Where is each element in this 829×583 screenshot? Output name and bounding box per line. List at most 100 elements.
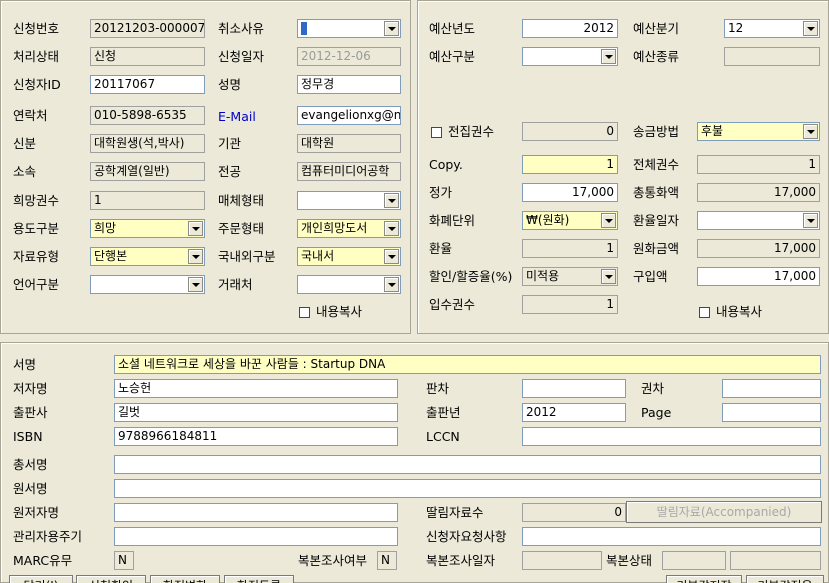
usage-select[interactable]: 희망	[90, 219, 205, 238]
copy-count-field[interactable]: 1	[522, 155, 618, 174]
budget-division-label: 예산구분	[429, 49, 476, 64]
total-copies-label: 전체권수	[633, 157, 680, 172]
remit-method-select[interactable]: 후불	[697, 122, 820, 141]
currency-select[interactable]: ₩(원화)	[522, 211, 618, 230]
chevron-down-icon[interactable]	[601, 269, 616, 284]
order-type-value: 개인희망도서	[301, 221, 368, 235]
save-default-button[interactable]: 기본값저장	[666, 575, 742, 583]
cancel-reason-label: 취소사유	[218, 21, 265, 36]
pub-year-field[interactable]: 2012	[522, 403, 626, 422]
copy-content-checkbox[interactable]	[299, 307, 310, 318]
admin-note-field[interactable]	[114, 527, 398, 546]
chevron-down-icon[interactable]	[803, 213, 818, 228]
chevron-down-icon[interactable]	[188, 277, 203, 292]
purchase-amount-field[interactable]: 17,000	[697, 267, 820, 286]
isbn-field[interactable]: 9788966184811	[114, 427, 398, 446]
title-field[interactable]: 소셜 네트워크로 세상을 바꾼 사람들 : Startup DNA	[114, 355, 821, 374]
original-title-field[interactable]	[114, 479, 821, 498]
full-set-checkbox[interactable]	[431, 127, 442, 138]
language-select[interactable]	[90, 275, 205, 294]
chevron-down-icon[interactable]	[384, 193, 399, 208]
wish-copies-label: 희망권수	[13, 193, 60, 208]
total-copies-field[interactable]: 1	[697, 155, 820, 174]
list-price-field[interactable]: 17,000	[522, 183, 618, 202]
contact-field[interactable]: 010-5898-6535	[90, 106, 205, 125]
budget-quarter-select[interactable]: 12	[724, 19, 820, 38]
dup-status-field-2[interactable]	[730, 551, 821, 570]
edition-field[interactable]	[522, 379, 626, 398]
chevron-down-icon[interactable]	[803, 124, 818, 139]
copy-content-checkbox[interactable]	[699, 307, 710, 318]
chevron-down-icon[interactable]	[188, 221, 203, 236]
page-label: Page	[641, 405, 672, 420]
app-no-field[interactable]: 20121203-000007	[90, 19, 205, 38]
name-field[interactable]: 정무경	[297, 75, 401, 94]
remit-method-label: 송금방법	[633, 124, 680, 139]
close-button[interactable]: 닫기(I)	[9, 575, 73, 583]
major-field[interactable]: 컴퓨터미디어공학	[297, 162, 401, 181]
total-foreign-field[interactable]: 17,000	[697, 183, 820, 202]
chevron-down-icon[interactable]	[188, 249, 203, 264]
marc-field[interactable]: N	[114, 551, 134, 570]
identity-field[interactable]: 대학원생(석,박사)	[90, 134, 205, 153]
volume-field[interactable]	[722, 379, 821, 398]
apply-date-field[interactable]: 2012-12-06	[297, 47, 401, 66]
material-type-select[interactable]: 단행본	[90, 247, 205, 266]
admin-note-label: 관리자용주기	[13, 529, 83, 544]
track-register-button[interactable]: 항적등록	[224, 575, 294, 583]
order-type-select[interactable]: 개인희망도서	[297, 219, 401, 238]
affiliation-label: 소속	[13, 164, 37, 179]
accompanied-count-field[interactable]: 0	[522, 503, 626, 522]
chevron-down-icon[interactable]	[384, 277, 399, 292]
dup-check-label: 복본조사여부	[298, 553, 368, 568]
media-type-select[interactable]	[297, 191, 401, 210]
wish-copies-field[interactable]: 1	[90, 191, 205, 210]
rate-date-label: 환율일자	[633, 213, 680, 228]
org-field[interactable]: 대학원	[297, 134, 401, 153]
cancel-reason-select[interactable]	[297, 19, 401, 38]
dup-check-field[interactable]: N	[377, 551, 397, 570]
chevron-down-icon[interactable]	[384, 21, 399, 36]
krw-amount-field[interactable]: 17,000	[697, 239, 820, 258]
chevron-down-icon[interactable]	[384, 249, 399, 264]
lccn-field[interactable]	[522, 427, 821, 446]
domestic-select[interactable]: 국내서	[297, 247, 401, 266]
publisher-field[interactable]: 길벗	[114, 403, 398, 422]
full-set-field[interactable]: 0	[522, 122, 618, 141]
application-info-panel: 신청번호 20121203-000007 취소사유 처리상태 신청 신청일자 2…	[0, 0, 411, 334]
track-change-button[interactable]: 항적변화	[150, 575, 220, 583]
dup-status-field-1[interactable]	[662, 551, 726, 570]
original-author-field[interactable]	[114, 503, 398, 522]
exchange-rate-field[interactable]: 1	[522, 239, 618, 258]
page-field[interactable]	[722, 403, 821, 422]
apply-default-button[interactable]: 기본값적용	[746, 575, 824, 583]
received-copies-label: 입수권수	[429, 297, 476, 312]
chevron-down-icon[interactable]	[384, 221, 399, 236]
rate-date-select[interactable]	[697, 211, 820, 230]
budget-year-field[interactable]: 2012	[522, 19, 618, 38]
chevron-down-icon[interactable]	[803, 21, 818, 36]
author-label: 저자명	[13, 381, 48, 396]
confirm-button[interactable]: 신청확인	[76, 575, 146, 583]
accompanied-button[interactable]: 딸림자료(Accompanied)	[626, 501, 822, 523]
budget-division-select[interactable]	[522, 47, 618, 66]
chevron-down-icon[interactable]	[601, 49, 616, 64]
author-field[interactable]: 노승헌	[114, 379, 398, 398]
vendor-label: 거래처	[218, 277, 253, 292]
status-field[interactable]: 신청	[90, 47, 205, 66]
budget-kind-field[interactable]	[724, 47, 820, 66]
domestic-value: 국내서	[301, 249, 335, 263]
media-type-label: 매체형태	[218, 193, 265, 208]
series-field[interactable]	[114, 455, 821, 474]
vendor-select[interactable]	[297, 275, 401, 294]
applicant-id-field[interactable]: 20117067	[90, 75, 205, 94]
applicant-note-field[interactable]	[522, 527, 821, 546]
discount-select[interactable]: 미적용	[522, 267, 618, 286]
affiliation-field[interactable]: 공학계열(일반)	[90, 162, 205, 181]
major-label: 전공	[218, 164, 242, 179]
publisher-label: 출판사	[13, 405, 48, 420]
received-copies-field[interactable]: 1	[522, 295, 618, 314]
dup-date-field[interactable]	[522, 551, 602, 570]
email-field[interactable]: evangelionxg@na	[297, 106, 401, 125]
chevron-down-icon[interactable]	[601, 213, 616, 228]
